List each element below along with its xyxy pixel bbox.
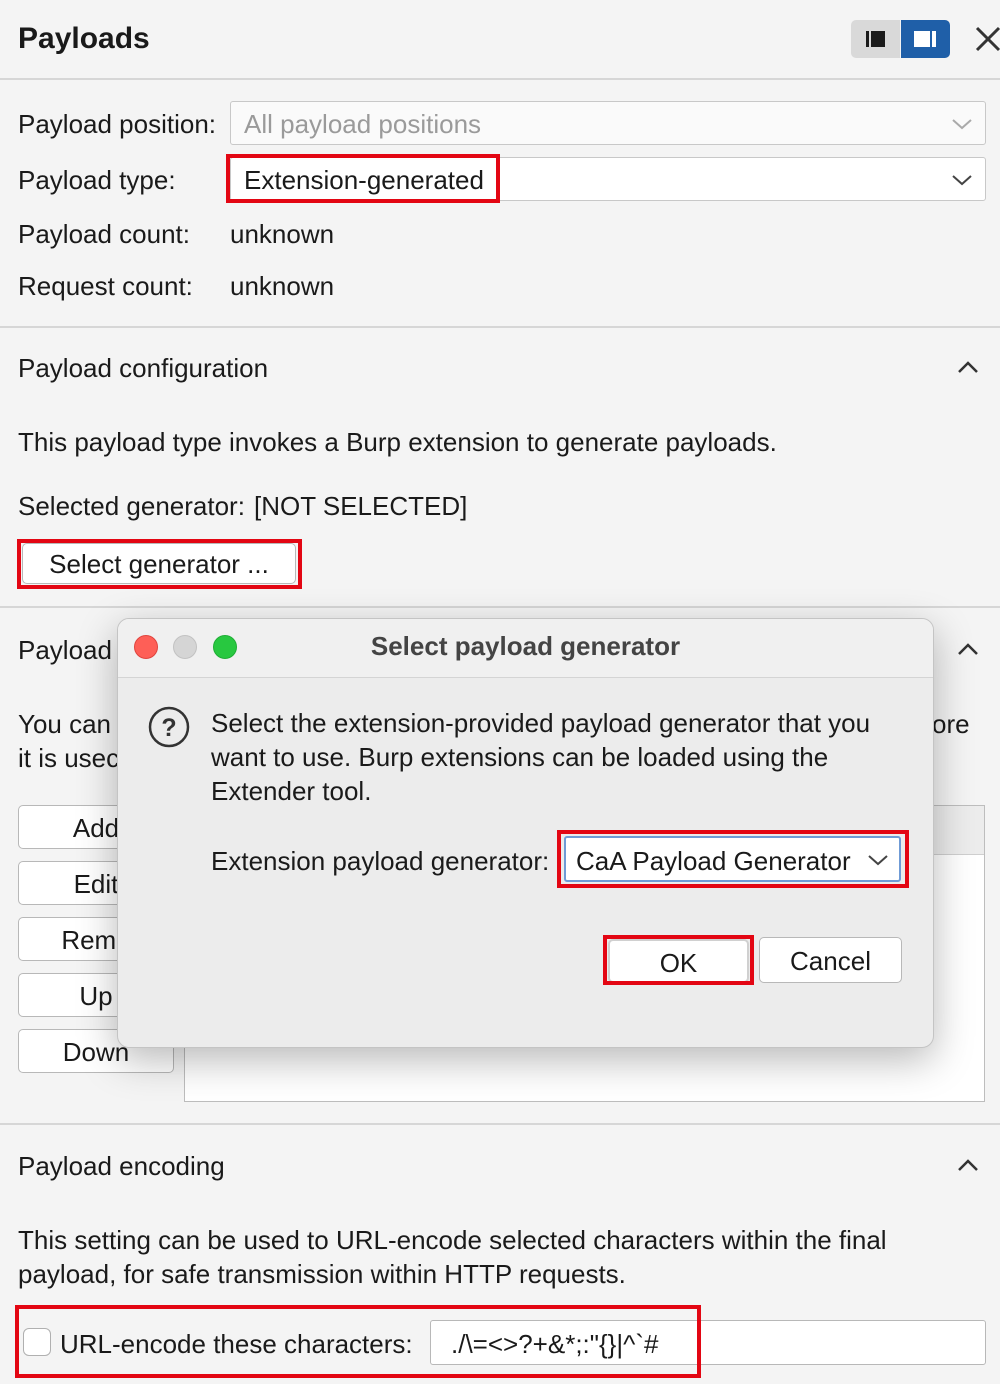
ok-label: OK bbox=[659, 948, 698, 978]
processing-desc-line1: You can bbox=[18, 709, 112, 739]
url-encode-label: URL-encode these characters: bbox=[60, 1329, 413, 1359]
chevron-down-icon bbox=[952, 119, 972, 130]
url-encode-chars-value: ./\=<>?+&*;:"{}|^`# bbox=[451, 1329, 659, 1359]
dialog-message-line3: Extender tool. bbox=[211, 776, 372, 806]
layout-toggle[interactable] bbox=[851, 20, 950, 58]
chevron-down-icon bbox=[952, 175, 972, 186]
request-count-value: unknown bbox=[230, 271, 335, 301]
processing-desc-line1-tail: ore bbox=[932, 709, 970, 739]
collapse-icon[interactable] bbox=[957, 1158, 979, 1172]
svg-text:?: ? bbox=[161, 714, 176, 742]
question-circle-icon: ? bbox=[148, 706, 190, 748]
config-heading: Payload configuration bbox=[18, 353, 269, 383]
encoding-heading: Payload encoding bbox=[18, 1151, 225, 1181]
payload-position-value: All payload positions bbox=[244, 109, 482, 139]
selected-generator-value: [NOT SELECTED] bbox=[254, 491, 468, 521]
panel-title: Payloads bbox=[18, 22, 150, 55]
cancel-button[interactable]: Cancel bbox=[759, 937, 902, 983]
dialog-message-line2: want to use. Burp extensions can be load… bbox=[211, 742, 829, 772]
request-count-label: Request count: bbox=[18, 271, 193, 301]
select-generator-label: Select generator ... bbox=[49, 549, 269, 579]
payload-position-select: All payload positions bbox=[230, 101, 986, 145]
select-generator-button[interactable]: Select generator ... bbox=[22, 543, 296, 584]
cancel-label: Cancel bbox=[790, 946, 871, 976]
processing-desc-line2: it is usec bbox=[18, 743, 120, 773]
dialog-titlebar: Select payload generator bbox=[118, 619, 933, 678]
select-payload-generator-dialog: Select payload generator ? Select the ex… bbox=[117, 618, 934, 1048]
up-label: Up bbox=[79, 981, 113, 1011]
generator-select[interactable]: CaA Payload Generator bbox=[564, 836, 901, 882]
payload-type-label: Payload type: bbox=[18, 165, 176, 195]
encoding-desc-line1: This setting can be used to URL-encode s… bbox=[18, 1225, 887, 1255]
collapse-icon[interactable] bbox=[957, 642, 979, 656]
panel-left-icon bbox=[866, 31, 885, 47]
payload-position-label: Payload position: bbox=[18, 109, 217, 139]
encoding-desc-line2: payload, for safe transmission within HT… bbox=[18, 1259, 626, 1289]
chevron-down-icon bbox=[868, 855, 888, 866]
payload-type-select[interactable]: Extension-generated bbox=[230, 157, 986, 201]
panel-right-icon bbox=[914, 31, 936, 47]
payload-type-value: Extension-generated bbox=[244, 165, 484, 195]
dialog-title: Select payload generator bbox=[370, 631, 681, 661]
layout-left-button[interactable] bbox=[851, 20, 900, 58]
close-icon[interactable] bbox=[974, 25, 1000, 53]
ok-button[interactable]: OK bbox=[608, 939, 749, 983]
processing-heading: Payload bbox=[18, 635, 112, 665]
url-encode-chars-input[interactable]: ./\=<>?+&*;:"{}|^`# bbox=[430, 1320, 986, 1365]
collapse-icon[interactable] bbox=[957, 360, 979, 374]
add-label: Add bbox=[72, 813, 120, 843]
generator-select-value: CaA Payload Generator bbox=[576, 846, 851, 876]
edit-label: Edit bbox=[73, 869, 119, 899]
payload-count-value: unknown bbox=[230, 219, 335, 249]
selected-generator-label: Selected generator: bbox=[18, 491, 245, 521]
dialog-message-line1: Select the extension-provided payload ge… bbox=[211, 708, 871, 738]
config-description: This payload type invokes a Burp extensi… bbox=[18, 427, 777, 457]
payload-count-label: Payload count: bbox=[18, 219, 191, 249]
layout-right-button[interactable] bbox=[901, 20, 950, 58]
url-encode-checkbox[interactable] bbox=[23, 1328, 51, 1356]
generator-label: Extension payload generator: bbox=[211, 846, 550, 876]
